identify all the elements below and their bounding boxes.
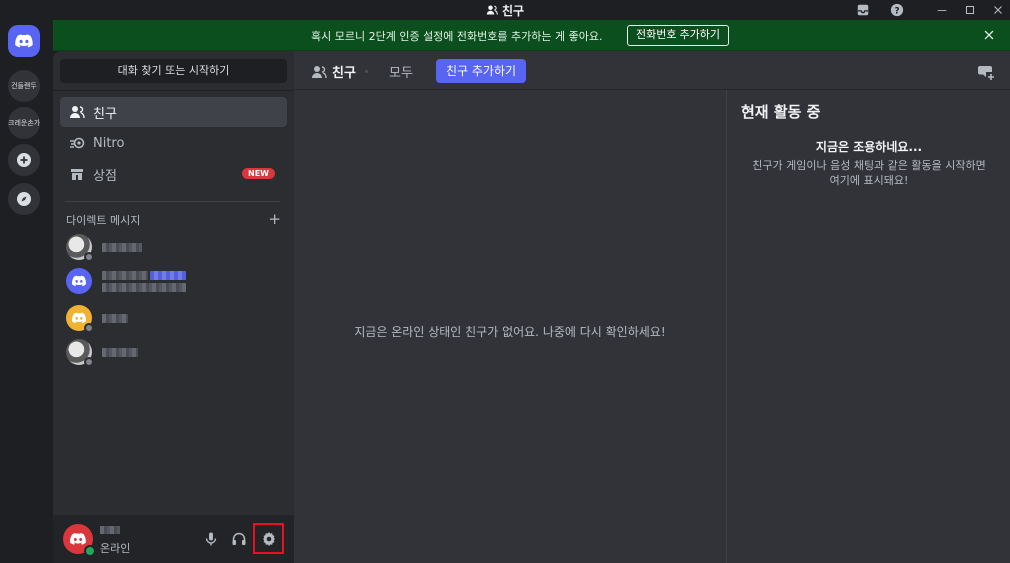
server-item[interactable]: 건들랜두 <box>8 70 40 102</box>
add-friend-button[interactable]: 친구 추가하기 <box>436 59 527 83</box>
dm-header-label: 다이렉트 메시지 <box>66 214 141 227</box>
window-title-text: 친구 <box>501 4 525 18</box>
gear-icon <box>262 531 275 546</box>
dm-item[interactable] <box>60 301 287 335</box>
dm-name <box>102 242 142 252</box>
nav-shop[interactable]: 상점 NEW <box>60 159 287 189</box>
redacted-username <box>100 526 120 534</box>
active-now-title: 현재 활동 중 <box>741 103 821 121</box>
discord-logo-icon <box>70 533 86 545</box>
close-icon <box>994 6 1002 14</box>
friends-title: 친구 <box>311 62 356 81</box>
redacted-name <box>102 313 128 323</box>
friends-icon <box>68 103 86 121</box>
status-indicator <box>84 323 94 333</box>
find-conversation-button[interactable]: 대화 찾기 또는 시작하기 <box>60 59 287 83</box>
deafen-button[interactable] <box>227 527 251 551</box>
svg-text:?: ? <box>894 7 899 17</box>
redacted-subtitle <box>102 282 186 292</box>
status-indicator <box>84 357 94 367</box>
user-avatar[interactable] <box>63 524 96 557</box>
redacted-name <box>102 347 138 357</box>
home-button[interactable] <box>8 25 40 57</box>
status-indicator <box>84 252 94 262</box>
compass-icon <box>17 192 31 206</box>
divider <box>53 90 294 91</box>
maximize-button[interactable] <box>958 0 982 20</box>
headphones-icon <box>232 532 246 545</box>
server-rail: 건들랜두 크레운손가 <box>0 20 53 563</box>
new-group-dm-icon[interactable] <box>977 63 995 81</box>
inbox-icon <box>857 4 869 16</box>
banner-close-icon[interactable] <box>982 28 996 42</box>
create-dm-button[interactable]: + <box>268 210 281 228</box>
dm-item[interactable] <box>60 230 287 264</box>
tab-all[interactable]: 모두 <box>389 62 413 81</box>
friends-title-text: 친구 <box>332 66 356 81</box>
help-icon: ? <box>890 3 904 17</box>
dm-name <box>102 313 128 323</box>
discover-button[interactable] <box>8 183 40 215</box>
discord-blue-avatar <box>66 268 92 294</box>
user-settings-button[interactable] <box>253 523 284 554</box>
new-badge: NEW <box>242 168 275 179</box>
minimize-icon <box>937 10 947 11</box>
minimize-button[interactable] <box>930 0 954 20</box>
quiet-title: 지금은 조용하네요... <box>815 140 923 154</box>
redacted-name <box>102 242 142 252</box>
active-now-panel: 현재 활동 중 지금은 조용하네요... 친구가 게임이나 음성 채팅과 같은 … <box>726 90 1010 563</box>
redacted-name <box>102 270 148 280</box>
friends-header: 친구 모두 친구 추가하기 <box>294 51 1010 90</box>
title-bar: 친구 ? <box>0 0 1010 20</box>
help-button[interactable]: ? <box>885 0 909 20</box>
nav-friends[interactable]: 친구 <box>60 97 287 127</box>
divider <box>65 201 280 202</box>
nav-nitro[interactable]: Nitro <box>60 128 287 158</box>
nav-label: 상점 <box>93 168 117 184</box>
dm-item[interactable] <box>60 335 287 369</box>
shop-icon <box>68 165 86 183</box>
mute-button[interactable] <box>199 527 223 551</box>
anime-avatar <box>66 339 94 367</box>
maximize-icon <box>965 5 975 15</box>
redacted-name <box>150 270 186 280</box>
close-window-button[interactable] <box>986 0 1010 20</box>
dm-name <box>102 270 186 292</box>
plus-circle-icon <box>17 153 31 167</box>
phone-verification-banner: 혹시 모르니 2단계 인증 설정에 전화번호를 추가하는 게 좋아요. 전화번호… <box>53 20 1010 51</box>
discord-logo-icon <box>15 34 33 48</box>
dm-name <box>102 347 138 357</box>
server-item[interactable]: 크레운손가 <box>8 107 40 139</box>
nav-label: 친구 <box>93 106 117 122</box>
dm-header: 다이렉트 메시지 + <box>66 210 281 228</box>
nav-label: Nitro <box>93 135 125 151</box>
add-server-button[interactable] <box>8 144 40 176</box>
add-phone-button[interactable]: 전화번호 추가하기 <box>627 25 730 46</box>
online-status-indicator <box>84 545 96 557</box>
main-content: 친구 모두 친구 추가하기 지금은 온라인 상태인 친구가 없어요. 나중에 다… <box>294 51 1010 563</box>
user-status-text: 온라인 <box>100 542 131 555</box>
anime-avatar <box>66 234 94 262</box>
header-separator <box>365 70 368 73</box>
nitro-icon <box>68 134 86 152</box>
channel-sidebar: 대화 찾기 또는 시작하기 친구 Nitro 상점 NEW 다이렉트 메시지 + <box>53 51 294 563</box>
discord-yellow-avatar <box>66 305 94 333</box>
dm-item[interactable] <box>60 264 287 298</box>
banner-message: 혹시 모르니 2단계 인증 설정에 전화번호를 추가하는 게 좋아요. <box>311 30 603 43</box>
user-panel: 온라인 <box>53 515 294 563</box>
server-label: 건들랜두 <box>11 82 37 90</box>
empty-friends-message: 지금은 온라인 상태인 친구가 없어요. 나중에 다시 확인하세요! <box>354 325 666 339</box>
quiet-description: 친구가 게임이나 음성 채팅과 같은 활동을 시작하면 여기에 표시돼요! <box>752 159 986 187</box>
inbox-button[interactable] <box>851 0 875 20</box>
friends-icon <box>486 5 498 15</box>
discord-logo-icon <box>71 275 86 287</box>
server-label: 크레운손가 <box>8 119 40 127</box>
microphone-icon <box>205 532 217 546</box>
friends-icon <box>312 65 327 78</box>
